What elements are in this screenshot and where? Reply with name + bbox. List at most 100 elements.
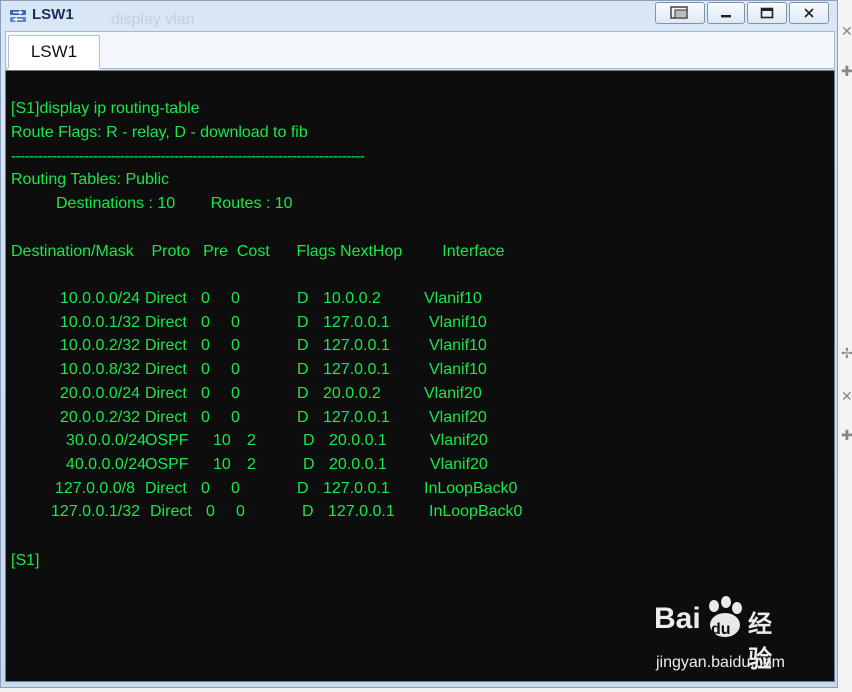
lsw1-window: LSW1 display vlan LSW1 [S1]display ip ro… xyxy=(0,0,838,688)
route-nexthop: 127.0.0.1 xyxy=(323,479,390,497)
route-cost: 2 xyxy=(247,432,256,450)
edge-mark-icon: ✕ xyxy=(841,389,852,405)
edge-mark-icon: ✚ xyxy=(841,428,852,444)
route-nexthop: 127.0.0.1 xyxy=(323,337,390,355)
route-proto: OSPF xyxy=(145,455,189,473)
background-ghost-text: display vlan xyxy=(111,11,195,28)
table-header: Destination/Mask Proto Pre Cost Flags Ne… xyxy=(11,243,505,260)
route-flags: D xyxy=(297,290,309,307)
route-nexthop: 10.0.0.2 xyxy=(323,290,381,307)
route-nexthop: 20.0.0.1 xyxy=(329,432,387,450)
route-proto: Direct xyxy=(150,503,192,521)
route-interface: Vlanif20 xyxy=(430,432,488,450)
route-flags: D xyxy=(297,384,309,402)
route-interface: Vlanif20 xyxy=(429,408,487,426)
route-cost: 0 xyxy=(231,361,240,379)
watermark-brand: Bai xyxy=(654,602,701,635)
route-pre: 10 xyxy=(213,432,231,450)
command-line: [S1]display ip routing-table xyxy=(11,100,200,117)
route-proto: Direct xyxy=(145,313,187,331)
route-pre: 0 xyxy=(201,384,210,402)
route-cost: 0 xyxy=(231,384,240,402)
route-dest: 20.0.0.2/32 xyxy=(59,408,140,426)
maximize-button[interactable] xyxy=(747,2,787,24)
table-row: 20.0.0.0/24 Direct 0 0 D 20.0.0.2 Vlanif20 xyxy=(6,384,834,404)
route-dest: 40.0.0.0/24 xyxy=(65,455,146,473)
route-interface: Vlanif10 xyxy=(429,361,487,379)
minimize-button[interactable] xyxy=(707,2,745,24)
route-proto: Direct xyxy=(145,290,187,307)
route-pre: 0 xyxy=(201,408,210,426)
route-flags: D xyxy=(297,361,309,379)
edge-mark-icon: ✚ xyxy=(841,64,852,80)
route-flags: D xyxy=(297,479,309,497)
edge-mark-icon: ✕ xyxy=(841,24,852,40)
table-row: 10.0.0.0/24 Direct 0 0 D 10.0.0.2 Vlanif10 xyxy=(6,289,834,309)
route-nexthop: 20.0.0.2 xyxy=(323,384,381,402)
route-dest: 127.0.0.0/8 xyxy=(54,479,135,497)
prompt-line: [S1] xyxy=(11,552,40,569)
restore-window-icon xyxy=(670,6,688,19)
watermark-url: jingyan.baidu.com xyxy=(656,654,785,671)
route-cost: 0 xyxy=(231,313,240,331)
maximize-icon xyxy=(760,7,774,19)
route-flags: D xyxy=(297,313,309,331)
terminal-output[interactable]: [S1]display ip routing-table Route Flags… xyxy=(5,70,835,682)
route-proto: Direct xyxy=(145,479,187,497)
route-interface: Vlanif10 xyxy=(429,313,487,331)
route-dest: 127.0.0.1/32 xyxy=(51,503,140,521)
route-nexthop: 127.0.0.1 xyxy=(323,408,390,426)
tab-lsw1[interactable]: LSW1 xyxy=(8,35,100,69)
route-flags-line: Route Flags: R - relay, D - download to … xyxy=(11,124,308,141)
route-interface: Vlanif10 xyxy=(424,290,482,307)
route-flags: D xyxy=(303,455,315,473)
edge-mark-icon: ✢ xyxy=(841,346,852,362)
route-cost: 0 xyxy=(231,290,240,307)
route-cost: 0 xyxy=(236,503,245,521)
route-nexthop: 127.0.0.1 xyxy=(323,361,390,379)
route-pre: 0 xyxy=(201,361,210,379)
route-nexthop: 127.0.0.1 xyxy=(323,313,390,331)
route-dest: 10.0.0.8/32 xyxy=(59,361,140,379)
route-flags: D xyxy=(297,408,309,426)
route-proto: Direct xyxy=(145,408,187,426)
close-button[interactable] xyxy=(789,2,829,24)
route-interface: InLoopBack0 xyxy=(429,503,523,521)
route-proto: Direct xyxy=(145,361,187,379)
table-row: 10.0.0.1/32 Direct 0 0 D 127.0.0.1 Vlanif10 xyxy=(6,313,834,333)
watermark-paw-text: du xyxy=(711,621,731,638)
destinations-line: Destinations : 10 Routes : 10 xyxy=(56,195,293,212)
title-bar[interactable]: LSW1 display vlan xyxy=(1,1,837,31)
route-pre: 0 xyxy=(201,290,210,307)
route-interface: InLoopBack0 xyxy=(424,479,518,497)
route-pre: 10 xyxy=(213,455,231,473)
window-title: LSW1 xyxy=(32,6,74,23)
route-interface: Vlanif20 xyxy=(424,384,482,402)
route-interface: Vlanif20 xyxy=(430,455,488,473)
table-row: 10.0.0.2/32 Direct 0 0 D 127.0.0.1 Vlanif10 xyxy=(6,336,834,356)
route-proto: OSPF xyxy=(145,432,189,450)
routing-tables-line: Routing Tables: Public xyxy=(11,171,170,188)
close-icon xyxy=(804,8,814,18)
tab-strip: LSW1 xyxy=(5,31,835,70)
table-row: 127.0.0.0/8 Direct 0 0 D 127.0.0.1 InLoopBack0 xyxy=(6,479,834,499)
switch-icon xyxy=(10,10,26,22)
route-cost: 2 xyxy=(247,455,256,473)
separator-line: ----------------------------------------… xyxy=(11,148,365,165)
restore-window-button[interactable] xyxy=(655,2,705,24)
route-flags: D xyxy=(302,503,314,521)
route-pre: 0 xyxy=(206,503,215,521)
table-row: 30.0.0.0/24 OSPF 10 2 D 20.0.0.1 Vlanif20 xyxy=(6,431,834,451)
route-dest: 20.0.0.0/24 xyxy=(59,384,140,402)
route-pre: 0 xyxy=(201,479,210,497)
route-dest: 10.0.0.1/32 xyxy=(59,313,140,331)
route-proto: Direct xyxy=(145,337,187,355)
route-pre: 0 xyxy=(201,313,210,331)
route-cost: 0 xyxy=(231,479,240,497)
route-dest: 10.0.0.0/24 xyxy=(59,290,140,307)
route-dest: 10.0.0.2/32 xyxy=(59,337,140,355)
route-interface: Vlanif10 xyxy=(429,337,487,355)
route-dest: 30.0.0.0/24 xyxy=(65,432,146,450)
table-row: 40.0.0.0/24 OSPF 10 2 D 20.0.0.1 Vlanif20 xyxy=(6,455,834,475)
minimize-icon xyxy=(721,15,731,18)
